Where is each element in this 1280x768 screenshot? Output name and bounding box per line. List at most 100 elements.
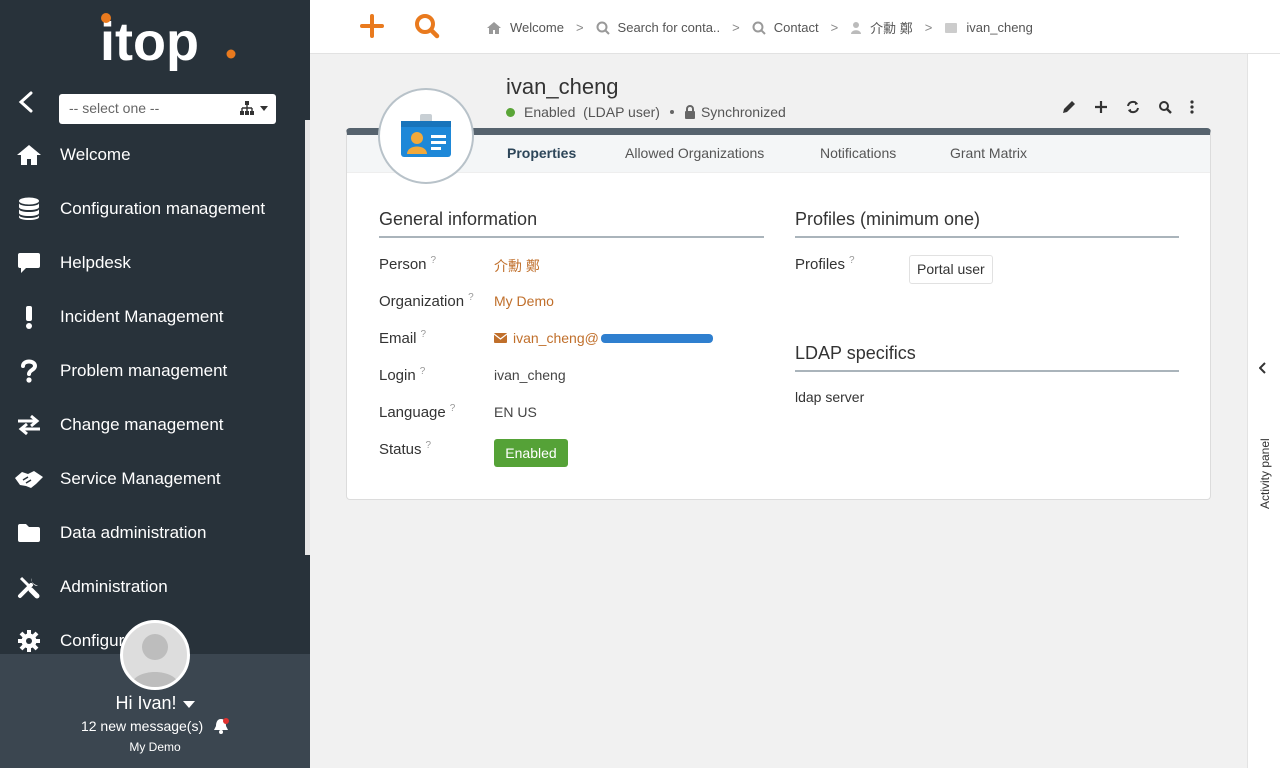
breadcrumb-label: Search for conta.. [617, 20, 721, 35]
messages-text: 12 new message(s) [80, 718, 204, 735]
more-icon[interactable] [1190, 100, 1194, 114]
redacted-email-domain [600, 333, 713, 343]
search-icon[interactable] [1158, 100, 1172, 114]
chevron-right-icon: > [924, 20, 933, 35]
section-divider [379, 236, 764, 238]
label-text: Profiles [795, 256, 846, 273]
menu-label: Configuration management [60, 199, 266, 218]
tools-icon [0, 575, 60, 599]
chevron-right-icon: > [830, 20, 839, 35]
breadcrumb-label: Welcome [510, 20, 564, 35]
breadcrumb-search-contacts[interactable]: Search for conta.. [596, 20, 721, 35]
main-menu: Welcome Configuration management Helpdes… [0, 128, 306, 668]
label-text: Login [379, 367, 416, 384]
general-information-heading: General information [379, 209, 538, 229]
chevron-right-icon: > [575, 20, 584, 35]
object-details-card: Properties Allowed Organizations Notific… [346, 128, 1211, 500]
menu-item-helpdesk[interactable]: Helpdesk [0, 236, 306, 290]
menu-item-incident-management[interactable]: Incident Management [0, 290, 306, 344]
email-value[interactable]: ivan_cheng@ [494, 330, 713, 346]
global-search-button[interactable] [414, 12, 440, 45]
tab-grant-matrix[interactable]: Grant Matrix [950, 145, 1027, 161]
home-icon [487, 21, 501, 34]
organization-select[interactable]: -- select one -- [59, 94, 276, 124]
bell-icon [213, 718, 230, 737]
help-icon[interactable]: ? [468, 292, 474, 303]
chevron-right-icon: > [732, 20, 740, 35]
menu-item-administration[interactable]: Administration [0, 560, 306, 614]
section-divider [795, 370, 1179, 372]
object-status: Enabled (LDAP user) Synchronized [506, 104, 786, 120]
tab-allowed-organizations[interactable]: Allowed Organizations [625, 145, 764, 161]
menu-label: Incident Management [60, 307, 224, 326]
menu-item-change-management[interactable]: Change management [0, 398, 306, 452]
organization-select-value: -- select one -- [69, 100, 160, 116]
help-icon[interactable]: ? [849, 255, 855, 266]
organization-label: Organization? [379, 292, 474, 310]
tab-properties[interactable]: Properties [507, 145, 576, 161]
help-icon[interactable]: ? [426, 440, 432, 451]
handshake-icon [0, 468, 60, 490]
collapse-menu-button[interactable] [18, 91, 44, 117]
breadcrumb-label: Contact [773, 20, 819, 35]
database-icon [0, 197, 60, 221]
email-label: Email? [379, 329, 426, 347]
menu-label: Helpdesk [60, 253, 131, 272]
edit-icon[interactable] [1062, 100, 1076, 114]
menu-item-service-management[interactable]: Service Management [0, 452, 306, 506]
messages-link[interactable]: 12 new message(s) [0, 718, 310, 737]
label-text: Organization [379, 293, 465, 310]
menu-label: Service Management [60, 469, 221, 488]
plus-icon[interactable] [1094, 100, 1108, 114]
profiles-heading: Profiles (minimum one) [795, 209, 981, 229]
sync-status: Synchronized [700, 104, 786, 120]
menu-label: Administration [60, 577, 168, 596]
person-label: Person? [379, 255, 436, 273]
menu-item-configuration-management[interactable]: Configuration management [0, 182, 306, 236]
search-icon [596, 21, 610, 35]
avatar[interactable] [120, 620, 190, 690]
id-card-icon [401, 114, 451, 157]
itop-logo[interactable]: itop [100, 8, 240, 80]
status-text: Enabled [524, 104, 576, 120]
exclamation-icon [0, 305, 60, 329]
id-card-icon [945, 22, 958, 33]
help-icon[interactable]: ? [421, 329, 427, 340]
chevron-left-icon[interactable] [1258, 361, 1267, 377]
help-icon[interactable]: ? [420, 366, 426, 377]
profiles-label: Profiles? [795, 255, 855, 273]
chevron-down-icon [182, 700, 195, 708]
activity-panel: Activity panel [1247, 54, 1280, 768]
breadcrumb-welcome[interactable]: Welcome [486, 20, 564, 35]
organization-value[interactable]: My Demo [494, 293, 554, 309]
breadcrumb-user[interactable]: ivan_cheng [944, 20, 1033, 35]
profile-tag[interactable]: Portal user [909, 255, 993, 284]
menu-label: Data administration [60, 523, 207, 542]
status-label: Status? [379, 440, 431, 458]
email-text: ivan_cheng@ [513, 330, 599, 346]
svg-text:itop: itop [100, 12, 199, 72]
envelope-icon [494, 333, 507, 343]
question-icon [0, 359, 60, 383]
breadcrumb-person[interactable]: 介勳 鄭 [850, 18, 913, 37]
menu-item-welcome[interactable]: Welcome [0, 128, 306, 182]
login-value: ivan_cheng [494, 367, 566, 383]
sidebar-scrollbar[interactable] [305, 120, 310, 555]
new-object-button[interactable] [360, 12, 384, 45]
exchange-icon [0, 414, 60, 436]
home-icon [0, 143, 60, 167]
menu-item-problem-management[interactable]: Problem management [0, 344, 306, 398]
activity-panel-toggle[interactable]: Activity panel [1258, 438, 1272, 509]
menu-item-data-administration[interactable]: Data administration [0, 506, 306, 560]
user-greeting[interactable]: Hi Ivan! [0, 693, 310, 714]
top-bar: Welcome > Search for conta.. > Contact >… [310, 0, 1280, 54]
refresh-icon[interactable] [1126, 100, 1140, 114]
breadcrumb-contact[interactable]: Contact [752, 20, 819, 35]
ldap-server-label: ldap server [795, 389, 865, 405]
help-icon[interactable]: ? [450, 403, 456, 414]
label-text: Email [379, 330, 417, 347]
help-icon[interactable]: ? [431, 255, 437, 266]
user-organization: My Demo [129, 740, 181, 754]
tab-notifications[interactable]: Notifications [820, 145, 896, 161]
person-value[interactable]: 介勳 鄭 [494, 256, 540, 276]
